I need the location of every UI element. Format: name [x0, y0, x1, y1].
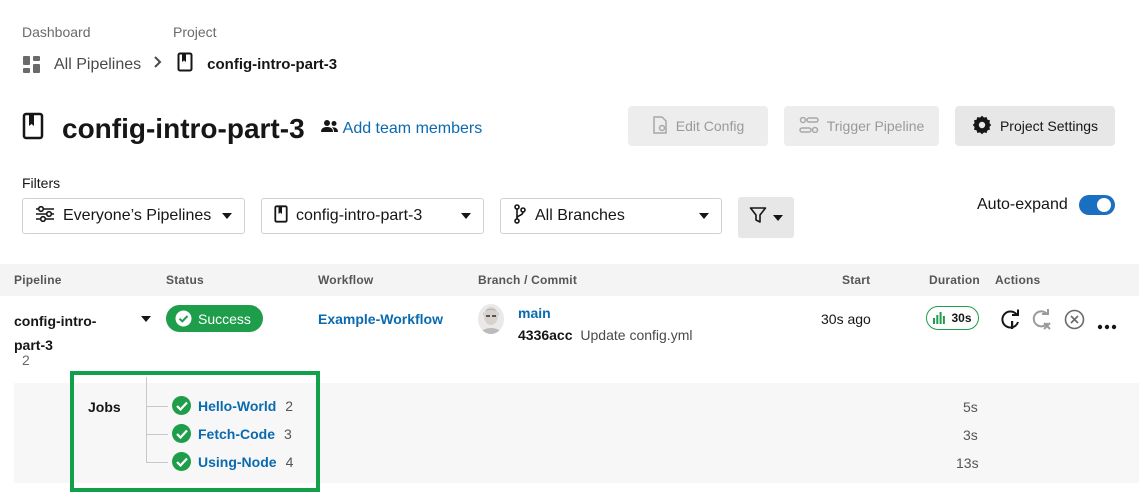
breadcrumb: All Pipelines config-intro-part-3 [22, 52, 337, 77]
more-options-icon[interactable] [1097, 317, 1117, 335]
job-duration: 13s [956, 455, 979, 471]
breadcrumb-all-pipelines-link[interactable]: All Pipelines [54, 56, 141, 74]
project-filter-value: config-intro-part-3 [296, 207, 423, 224]
duration-value: 30s [951, 311, 972, 325]
duration-badge[interactable]: 30s [926, 306, 979, 330]
cancel-icon[interactable] [1064, 309, 1085, 335]
branch-link[interactable]: main [518, 305, 551, 321]
commit-hash[interactable]: 4336acc [518, 327, 573, 343]
column-header-start: Start [842, 273, 871, 287]
caret-down-icon [773, 214, 783, 221]
project-settings-button[interactable]: Project Settings [955, 106, 1115, 146]
start-time: 30s ago [821, 311, 871, 327]
cancel-rerun-icon[interactable] [1031, 309, 1053, 336]
branch-icon [513, 203, 527, 229]
project-repo-icon [22, 112, 44, 145]
gear-icon [972, 115, 992, 138]
caret-down-icon [222, 213, 232, 219]
trigger-pipeline-label: Trigger Pipeline [826, 118, 925, 134]
pipeline-number: 2 [22, 352, 30, 368]
breadcrumb-dashboard-label: Dashboard [22, 24, 91, 40]
highlight-box [70, 371, 320, 492]
auto-expand-toggle[interactable] [1079, 195, 1115, 215]
check-circle-icon [175, 310, 192, 327]
project-repo-icon [274, 204, 288, 228]
project-settings-label: Project Settings [999, 118, 1099, 134]
status-label: Success [198, 310, 251, 327]
avatar [478, 304, 504, 334]
rerun-icon[interactable] [1000, 309, 1022, 336]
job-duration: 5s [963, 399, 978, 415]
sliders-icon [35, 205, 55, 227]
status-badge: Success [166, 305, 263, 332]
pipeline-name-line1: config-intro- [14, 313, 97, 329]
pipeline-trigger-icon [798, 116, 819, 136]
breadcrumb-project-name[interactable]: config-intro-part-3 [207, 56, 337, 73]
workflow-link[interactable]: Example-Workflow [318, 311, 443, 327]
project-repo-icon [177, 52, 193, 77]
pipeline-name[interactable]: config-intro- part-3 [14, 309, 96, 357]
caret-down-icon [699, 213, 709, 219]
dashboard-grid-icon [22, 55, 42, 75]
column-header-status: Status [166, 273, 204, 287]
page-header: config-intro-part-3 Add team members [22, 112, 482, 145]
edit-file-icon [652, 115, 668, 137]
auto-expand-label: Auto-expand [977, 196, 1068, 213]
add-team-members-link[interactable]: Add team members [343, 120, 483, 138]
trigger-pipeline-button[interactable]: Trigger Pipeline [784, 106, 939, 146]
commit-message: Update config.yml [580, 327, 693, 343]
job-duration: 3s [963, 427, 978, 443]
funnel-icon [749, 206, 767, 229]
column-header-duration: Duration [929, 273, 980, 287]
bar-chart-icon [933, 312, 946, 324]
column-header-branch-commit: Branch / Commit [478, 273, 578, 287]
breadcrumb-project-label: Project [173, 24, 217, 40]
expand-caret-icon[interactable] [141, 316, 151, 322]
branch-filter-select[interactable]: All Branches [500, 198, 722, 234]
advanced-filter-button[interactable] [738, 197, 794, 238]
commit-info: 4336acc Update config.yml [518, 327, 692, 343]
column-header-actions: Actions [995, 273, 1041, 287]
caret-down-icon [461, 213, 471, 219]
pipelines-filter-select[interactable]: Everyone’s Pipelines [22, 198, 245, 234]
column-header-pipeline: Pipeline [14, 273, 62, 287]
edit-config-label: Edit Config [675, 118, 745, 134]
project-filter-select[interactable]: config-intro-part-3 [261, 198, 484, 234]
filters-label: Filters [22, 175, 61, 191]
page-title: config-intro-part-3 [62, 112, 305, 144]
pipelines-filter-value: Everyone’s Pipelines [63, 207, 212, 224]
edit-config-button[interactable]: Edit Config [628, 106, 768, 146]
team-icon [320, 119, 339, 138]
branch-filter-value: All Branches [535, 207, 625, 224]
column-header-workflow: Workflow [318, 273, 374, 287]
chevron-right-icon [153, 55, 163, 74]
